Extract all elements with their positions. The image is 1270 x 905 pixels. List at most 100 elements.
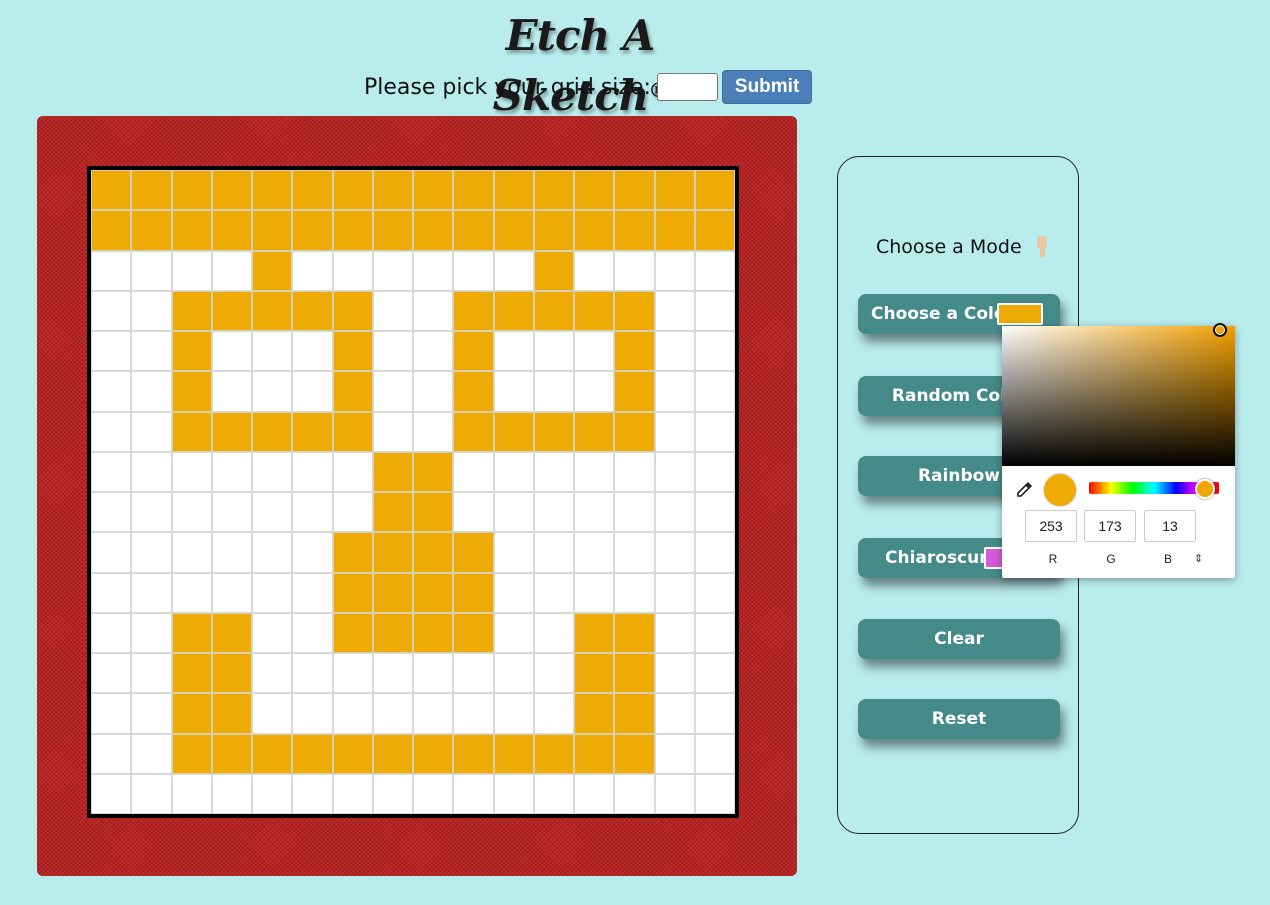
grid-cell[interactable] bbox=[574, 170, 615, 211]
grid-cell[interactable] bbox=[171, 532, 212, 573]
grid-cell[interactable] bbox=[332, 653, 373, 694]
grid-cell[interactable] bbox=[654, 411, 695, 452]
grid-cell[interactable] bbox=[654, 250, 695, 291]
grid-cell[interactable] bbox=[493, 572, 534, 613]
grid-cell[interactable] bbox=[252, 371, 293, 412]
red-value-input[interactable]: 253 bbox=[1025, 510, 1077, 542]
grid-cell[interactable] bbox=[372, 451, 413, 492]
grid-cell[interactable] bbox=[654, 572, 695, 613]
grid-cell[interactable] bbox=[574, 492, 615, 533]
grid-cell[interactable] bbox=[252, 653, 293, 694]
grid-cell[interactable] bbox=[413, 653, 454, 694]
grid-cell[interactable] bbox=[211, 693, 252, 734]
grid-cell[interactable] bbox=[453, 572, 494, 613]
grid-cell[interactable] bbox=[131, 653, 172, 694]
grid-cell[interactable] bbox=[654, 371, 695, 412]
grid-cell[interactable] bbox=[453, 451, 494, 492]
grid-cell[interactable] bbox=[131, 210, 172, 251]
grid-cell[interactable] bbox=[533, 733, 574, 774]
grid-cell[interactable] bbox=[694, 250, 735, 291]
grid-cell[interactable] bbox=[614, 572, 655, 613]
grid-cell[interactable] bbox=[654, 733, 695, 774]
grid-cell[interactable] bbox=[91, 653, 132, 694]
grid-cell[interactable] bbox=[413, 331, 454, 372]
grid-cell[interactable] bbox=[493, 250, 534, 291]
grid-cell[interactable] bbox=[413, 371, 454, 412]
grid-cell[interactable] bbox=[493, 451, 534, 492]
grid-cell[interactable] bbox=[614, 653, 655, 694]
grid-cell[interactable] bbox=[574, 451, 615, 492]
grid-cell[interactable] bbox=[413, 170, 454, 211]
grid-cell[interactable] bbox=[252, 532, 293, 573]
grid-cell[interactable] bbox=[694, 532, 735, 573]
grid-cell[interactable] bbox=[574, 210, 615, 251]
grid-cell[interactable] bbox=[131, 612, 172, 653]
grid-cell[interactable] bbox=[694, 331, 735, 372]
grid-cell[interactable] bbox=[574, 733, 615, 774]
grid-cell[interactable] bbox=[292, 693, 333, 734]
clear-button[interactable]: Clear bbox=[858, 619, 1060, 659]
grid-cell[interactable] bbox=[453, 411, 494, 452]
grid-cell[interactable] bbox=[493, 693, 534, 734]
eyedropper-icon[interactable] bbox=[1016, 480, 1034, 498]
grid-cell[interactable] bbox=[372, 331, 413, 372]
blue-value-input[interactable]: 13 bbox=[1144, 510, 1196, 542]
grid-cell[interactable] bbox=[211, 572, 252, 613]
grid-cell[interactable] bbox=[171, 612, 212, 653]
grid-cell[interactable] bbox=[574, 773, 615, 814]
grid-cell[interactable] bbox=[171, 170, 212, 211]
grid-cell[interactable] bbox=[131, 170, 172, 211]
grid-cell[interactable] bbox=[252, 492, 293, 533]
grid-cell[interactable] bbox=[131, 532, 172, 573]
grid-cell[interactable] bbox=[614, 290, 655, 331]
grid-cell[interactable] bbox=[614, 773, 655, 814]
grid-cell[interactable] bbox=[252, 773, 293, 814]
grid-cell[interactable] bbox=[413, 411, 454, 452]
grid-cell[interactable] bbox=[292, 653, 333, 694]
grid-cell[interactable] bbox=[694, 290, 735, 331]
grid-cell[interactable] bbox=[453, 612, 494, 653]
grid-cell[interactable] bbox=[332, 492, 373, 533]
grid-cell[interactable] bbox=[372, 572, 413, 613]
grid-cell[interactable] bbox=[171, 653, 212, 694]
saturation-handle[interactable] bbox=[1213, 323, 1227, 337]
reset-button[interactable]: Reset bbox=[858, 699, 1060, 739]
grid-cell[interactable] bbox=[533, 210, 574, 251]
grid-cell[interactable] bbox=[413, 451, 454, 492]
grid-cell[interactable] bbox=[211, 250, 252, 291]
grid-cell[interactable] bbox=[413, 250, 454, 291]
grid-cell[interactable] bbox=[332, 331, 373, 372]
grid-cell[interactable] bbox=[91, 371, 132, 412]
submit-button[interactable]: Submit bbox=[721, 70, 813, 104]
grid-cell[interactable] bbox=[614, 693, 655, 734]
grid-cell[interactable] bbox=[533, 331, 574, 372]
grid-cell[interactable] bbox=[332, 170, 373, 211]
grid-cell[interactable] bbox=[654, 773, 695, 814]
grid-cell[interactable] bbox=[292, 331, 333, 372]
grid-cell[interactable] bbox=[131, 371, 172, 412]
grid-cell[interactable] bbox=[292, 612, 333, 653]
grid-cell[interactable] bbox=[171, 331, 212, 372]
grid-cell[interactable] bbox=[654, 653, 695, 694]
grid-cell[interactable] bbox=[574, 693, 615, 734]
grid-cell[interactable] bbox=[694, 371, 735, 412]
grid-cell[interactable] bbox=[292, 532, 333, 573]
grid-cell[interactable] bbox=[91, 532, 132, 573]
grid-cell[interactable] bbox=[694, 693, 735, 734]
grid-cell[interactable] bbox=[574, 572, 615, 613]
grid-cell[interactable] bbox=[453, 331, 494, 372]
grid-cell[interactable] bbox=[131, 331, 172, 372]
grid-cell[interactable] bbox=[453, 210, 494, 251]
up-down-arrows-icon[interactable]: ⇕ bbox=[1194, 552, 1203, 565]
grid-cell[interactable] bbox=[453, 653, 494, 694]
grid-cell[interactable] bbox=[413, 210, 454, 251]
grid-cell[interactable] bbox=[131, 492, 172, 533]
grid-cell[interactable] bbox=[413, 492, 454, 533]
grid-cell[interactable] bbox=[654, 210, 695, 251]
grid-cell[interactable] bbox=[211, 411, 252, 452]
grid-cell[interactable] bbox=[252, 170, 293, 211]
grid-cell[interactable] bbox=[211, 331, 252, 372]
grid-cell[interactable] bbox=[372, 170, 413, 211]
gridsize-input[interactable] bbox=[656, 73, 718, 101]
grid-cell[interactable] bbox=[372, 210, 413, 251]
